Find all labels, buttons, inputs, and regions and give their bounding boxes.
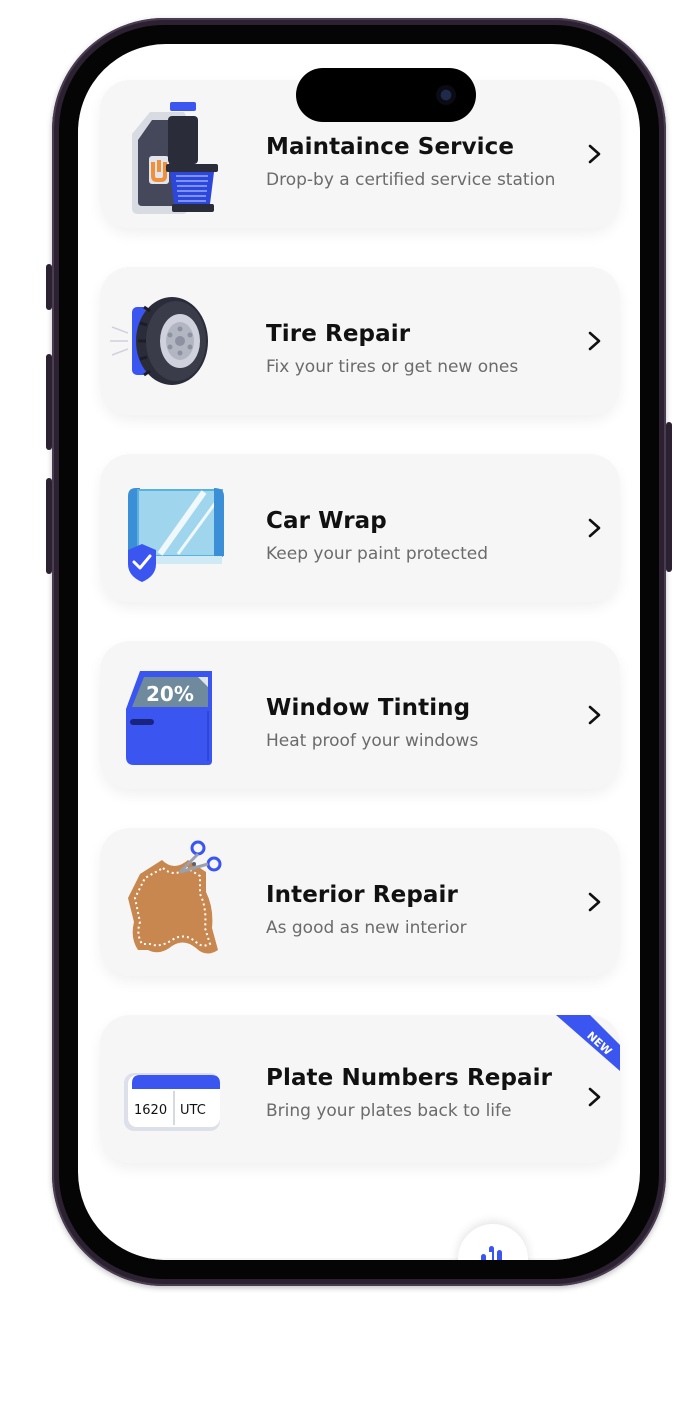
oil-filter-icon [132, 102, 218, 214]
service-card-partial[interactable] [100, 1258, 620, 1260]
power-button [666, 422, 672, 572]
dynamic-island [296, 68, 476, 122]
chevron-right-icon [588, 892, 601, 912]
chevron-right-icon [588, 705, 601, 725]
plate-code-text: UTC [180, 1103, 206, 1118]
service-title: Car Wrap [266, 508, 387, 534]
phone-frame: Maintaince Service Drop-by a certified s… [46, 18, 672, 1286]
leather-scissors-icon [128, 840, 222, 954]
service-subtitle: Bring your plates back to life [266, 1101, 512, 1121]
license-plate-icon: 1620 UTC [124, 1073, 220, 1131]
service-title: Interior Repair [266, 882, 458, 908]
service-title: Window Tinting [266, 695, 471, 721]
new-badge: NEW [556, 1015, 620, 1071]
wrap-film-icon [128, 488, 224, 582]
service-card-plate-numbers-repair[interactable]: 1620 UTC Plate Numbers Repair Bring your… [100, 1015, 620, 1163]
chevron-right-icon [588, 331, 601, 351]
chevron-right-icon [588, 1087, 601, 1107]
service-title: Tire Repair [266, 321, 411, 347]
service-subtitle: Heat proof your windows [266, 731, 479, 751]
home-fab-button[interactable] [458, 1224, 528, 1260]
service-card-interior-repair[interactable]: Interior Repair As good as new interior [100, 828, 620, 976]
front-camera-icon [436, 85, 456, 105]
action-button [46, 264, 52, 310]
chevron-right-icon [588, 518, 601, 538]
service-subtitle: Drop-by a certified service station [266, 170, 556, 190]
tire-icon [110, 297, 208, 385]
app-logo-icon [481, 1246, 502, 1260]
car-door-tint-icon: 20% [126, 671, 212, 765]
chevron-right-icon [588, 144, 601, 164]
volume-up-button [46, 354, 52, 450]
service-card-window-tinting[interactable]: 20% Window Tinting Heat proof your windo… [100, 641, 620, 789]
service-subtitle: As good as new interior [266, 918, 467, 938]
service-subtitle: Fix your tires or get new ones [266, 357, 519, 377]
service-subtitle: Keep your paint protected [266, 544, 489, 564]
tint-percentage-label: 20% [146, 682, 194, 706]
screen: Maintaince Service Drop-by a certified s… [78, 44, 640, 1260]
plate-number-text: 1620 [134, 1103, 167, 1118]
service-title: Maintaince Service [266, 134, 515, 160]
service-card-tire-repair[interactable]: Tire Repair Fix your tires or get new on… [100, 267, 620, 415]
volume-down-button [46, 478, 52, 574]
service-card-car-wrap[interactable]: Car Wrap Keep your paint protected [100, 454, 620, 602]
service-title: Plate Numbers Repair [266, 1065, 553, 1091]
